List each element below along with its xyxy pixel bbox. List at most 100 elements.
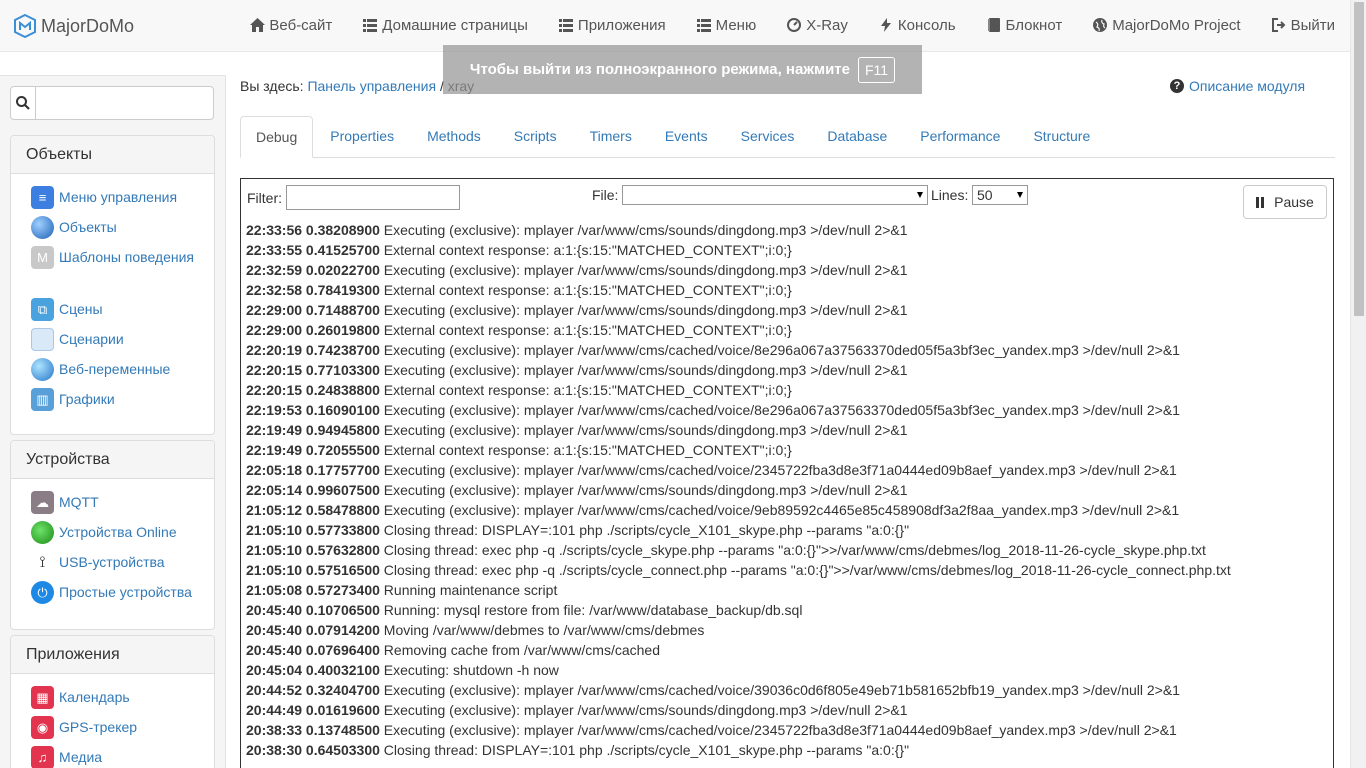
search-button[interactable]: [10, 86, 36, 120]
search-input[interactable]: [36, 86, 214, 120]
sidebar-item-web-vars[interactable]: Веб-переменные: [31, 358, 214, 388]
tab-events[interactable]: Events: [648, 116, 724, 158]
sidebar-item-templates[interactable]: M Шаблоны поведения: [31, 246, 214, 298]
tab-timers[interactable]: Timers: [573, 116, 648, 158]
sidebar-item-media[interactable]: ♫ Медиа: [31, 746, 214, 768]
media-icon: ♫: [31, 746, 54, 768]
filter-input[interactable]: [286, 185, 460, 210]
tab-services[interactable]: Services: [724, 116, 811, 158]
tab-methods[interactable]: Methods: [410, 116, 497, 158]
log-timestamp: 21:05:10 0.57733800: [246, 522, 380, 538]
nav-home-pages[interactable]: Домашние страницы: [362, 0, 543, 50]
sidebar-item-gps[interactable]: ◉ GPS-трекер: [31, 716, 214, 746]
nav-majordomo-project[interactable]: MajorDoMo Project: [1092, 0, 1255, 50]
log-message: Executing (exclusive): mplayer /var/www/…: [383, 702, 908, 718]
sidebar-item-devices-online[interactable]: Устройства Online: [31, 521, 214, 551]
list-icon: [362, 17, 378, 33]
scrollbar-thumb[interactable]: [1354, 2, 1364, 316]
tab-performance[interactable]: Performance: [903, 116, 1016, 158]
brand[interactable]: MajorDoMo: [14, 14, 134, 38]
power-icon: ⏻: [31, 581, 54, 604]
debug-log-list: 22:33:56 0.38208900 Executing (exclusive…: [246, 220, 1332, 768]
sidebar-item-usb[interactable]: ⟟ USB-устройства: [31, 551, 214, 581]
log-line: 20:45:40 0.07914200 Moving /var/www/debm…: [246, 620, 1332, 640]
nav-website[interactable]: Веб-сайт: [249, 0, 347, 50]
log-message: Removing cache from /var/www/cms/cached: [383, 642, 660, 658]
sidebar-item-charts[interactable]: ▥ Графики: [31, 388, 214, 418]
sidebar-item-objects[interactable]: Объекты: [31, 216, 214, 246]
log-message: Executing (exclusive): mplayer /var/www/…: [383, 462, 1177, 478]
majordomo-logo-icon: [14, 14, 36, 38]
log-line: 22:32:58 0.78419300 External context res…: [246, 280, 1332, 300]
breadcrumb-link-control-panel[interactable]: Панель управления: [307, 78, 436, 94]
cloud-icon: ☁: [31, 491, 54, 514]
sidebar-item-mqtt[interactable]: ☁ MQTT: [31, 491, 214, 521]
log-timestamp: 22:05:18 0.17757700: [246, 462, 380, 478]
log-line: 22:19:53 0.16090100 Executing (exclusive…: [246, 400, 1332, 420]
file-select[interactable]: [622, 185, 928, 205]
log-message: External context response: a:1:{s:15:"MA…: [383, 382, 792, 398]
sidebar-search: [10, 86, 214, 120]
sidebar-item-label: Календарь: [59, 689, 130, 705]
nav-label: Меню: [715, 16, 757, 34]
nav-label: Веб-сайт: [269, 16, 333, 34]
xray-tabs: Debug Properties Methods Scripts Timers …: [240, 116, 1335, 158]
sidebar-item-control-menu[interactable]: ≡ Меню управления: [31, 186, 214, 216]
log-timestamp: 22:20:19 0.74238700: [246, 342, 380, 358]
nav-label: Домашние страницы: [382, 16, 528, 34]
log-line: 21:05:08 0.57273400 Running maintenance …: [246, 580, 1332, 600]
pause-icon: [1256, 196, 1266, 208]
nav-xray[interactable]: X-Ray: [786, 0, 863, 50]
nav-notepad[interactable]: Блокнот: [986, 0, 1078, 50]
usb-icon: ⟟: [39, 553, 46, 571]
log-line: 22:19:49 0.72055500 External context res…: [246, 440, 1332, 460]
log-message: Executing (exclusive): mplayer /var/www/…: [383, 302, 908, 318]
log-line: 20:45:40 0.07696400 Removing cache from …: [246, 640, 1332, 660]
nav-label: Выйти: [1290, 16, 1335, 34]
sidebar-item-scripts[interactable]: Сценарии: [31, 328, 214, 358]
log-message: Closing thread: exec php -q ./scripts/cy…: [383, 562, 1231, 578]
charts-icon: ▥: [31, 388, 54, 411]
menu-icon: ≡: [31, 186, 54, 209]
sidebar-item-scenes[interactable]: ⧉ Сцены: [31, 298, 214, 328]
module-help-link[interactable]: ? Описание модуля: [1170, 78, 1305, 94]
log-line: 20:38:33 0.13748500 Executing (exclusive…: [246, 720, 1332, 740]
log-message: Moving /var/www/debmes to /var/www/cms/d…: [383, 622, 705, 638]
log-timestamp: 22:19:53 0.16090100: [246, 402, 380, 418]
tab-structure[interactable]: Structure: [1016, 116, 1106, 158]
nav-label: Блокнот: [1005, 16, 1063, 34]
tab-database[interactable]: Database: [810, 116, 903, 158]
lines-select[interactable]: 50: [972, 185, 1028, 205]
log-timestamp: 20:45:40 0.10706500: [246, 602, 380, 618]
nav-console[interactable]: Консоль: [878, 0, 971, 50]
dashboard-icon: [786, 17, 802, 33]
log-timestamp: 21:05:10 0.57516500: [246, 562, 380, 578]
pause-label: Pause: [1274, 194, 1314, 210]
log-message: Executing (exclusive): mplayer /var/www/…: [383, 262, 908, 278]
pause-button[interactable]: Pause: [1243, 185, 1327, 219]
log-message: Executing (exclusive): mplayer /var/www/…: [383, 342, 1180, 358]
log-message: External context response: a:1:{s:15:"MA…: [383, 442, 792, 458]
lines-select-value: 50: [977, 187, 993, 203]
nav-menu[interactable]: Меню: [696, 0, 772, 50]
log-timestamp: 22:19:49 0.94945800: [246, 422, 380, 438]
tab-properties[interactable]: Properties: [313, 116, 410, 158]
page-scrollbar[interactable]: [1350, 0, 1366, 768]
nav-applications[interactable]: Приложения: [558, 0, 681, 50]
log-message: Running: mysql restore from file: /var/w…: [383, 602, 803, 618]
sidebar-item-calendar[interactable]: ▦ Календарь: [31, 686, 214, 716]
tab-debug[interactable]: Debug: [240, 116, 314, 158]
log-line: 22:20:15 0.24838800 External context res…: [246, 380, 1332, 400]
panel-title: Приложения: [11, 636, 214, 674]
log-line: 22:33:55 0.41525700 External context res…: [246, 240, 1332, 260]
nav-logout[interactable]: Выйти: [1271, 0, 1350, 50]
log-message: Executing (exclusive): mplayer /var/www/…: [383, 402, 1180, 418]
breadcrumb: Вы здесь: Панель управления / xray: [240, 78, 474, 94]
main-nav: Веб-сайт Домашние страницы Приложения Ме…: [234, 0, 1350, 50]
sidebar-item-label: Сцены: [59, 301, 103, 317]
tab-scripts[interactable]: Scripts: [497, 116, 573, 158]
nav-label: Консоль: [897, 16, 956, 34]
sidebar-item-simple-devices[interactable]: ⏻ Простые устройства: [31, 581, 214, 611]
log-timestamp: 22:29:00 0.26019800: [246, 322, 380, 338]
nav-label: X-Ray: [806, 16, 848, 34]
